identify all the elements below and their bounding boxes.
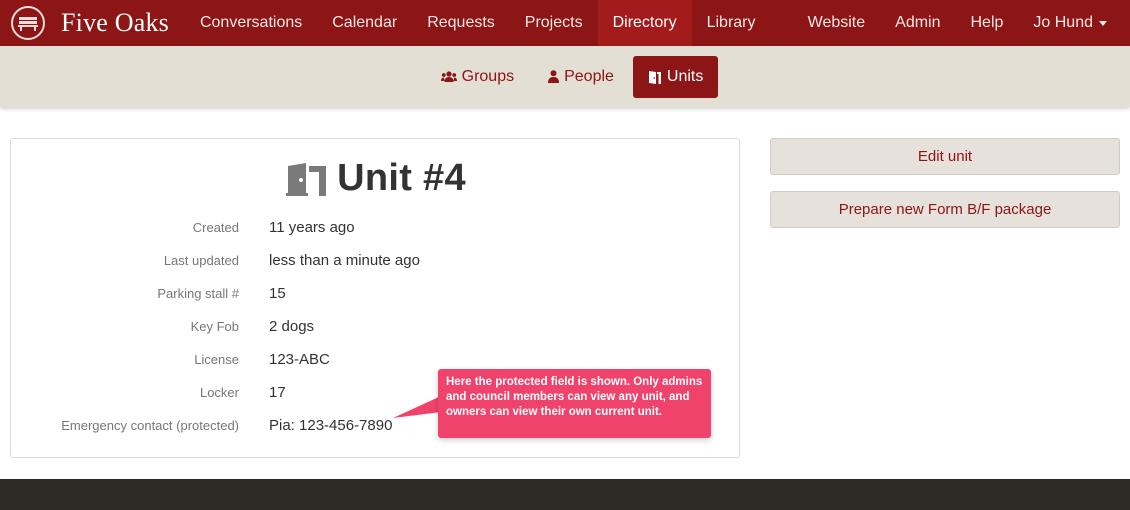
- field-row-key-fob: Key Fob 2 dogs: [11, 310, 741, 343]
- field-value: 15: [269, 285, 286, 302]
- field-value: 11 years ago: [269, 219, 355, 236]
- nav-projects[interactable]: Projects: [510, 0, 598, 46]
- edit-unit-button[interactable]: Edit unit: [770, 138, 1120, 175]
- field-label: Locker: [199, 385, 239, 400]
- tab-people[interactable]: People: [533, 56, 629, 98]
- tab-units[interactable]: Units: [632, 55, 719, 98]
- nav-help[interactable]: Help: [956, 0, 1019, 46]
- nav-library[interactable]: Library: [692, 0, 771, 46]
- field-label: Last updated: [163, 253, 239, 268]
- tab-units-label: Units: [666, 67, 704, 85]
- nav-admin[interactable]: Admin: [880, 0, 955, 46]
- nav-requests[interactable]: Requests: [412, 0, 510, 46]
- field-label: Created: [192, 220, 239, 235]
- field-value: Pia: 123-456-7890: [269, 417, 393, 434]
- field-label: Parking stall #: [157, 286, 239, 301]
- tab-people-label: People: [564, 67, 614, 85]
- field-row-parking-stall: Parking stall # 15: [11, 277, 741, 310]
- top-navbar: Five Oaks Conversations Calendar Request…: [0, 0, 1130, 46]
- field-label: License: [194, 352, 239, 367]
- tab-groups[interactable]: Groups: [426, 56, 529, 98]
- door-icon: [648, 70, 661, 84]
- field-label: Emergency contact (protected): [61, 418, 239, 433]
- annotation-tooltip: Here the protected field is shown. Only …: [438, 369, 711, 438]
- tooltip-arrow: [393, 396, 441, 418]
- chevron-down-icon: [1099, 20, 1107, 26]
- person-icon: [548, 70, 560, 83]
- field-value: 17: [269, 384, 286, 401]
- nav-calendar[interactable]: Calendar: [317, 0, 412, 46]
- field-value: less than a minute ago: [269, 252, 420, 269]
- door-open-icon: [286, 162, 327, 196]
- bench-logo-icon: [11, 6, 45, 40]
- nav-conversations[interactable]: Conversations: [185, 0, 317, 46]
- nav-directory[interactable]: Directory: [597, 0, 692, 46]
- field-label: Key Fob: [190, 319, 239, 334]
- field-value: 2 dogs: [269, 318, 315, 335]
- field-row-last-updated: Last updated less than a minute ago: [11, 244, 741, 277]
- users-icon: [440, 70, 457, 82]
- prepare-form-button[interactable]: Prepare new Form B/F package: [770, 191, 1120, 228]
- nav-website[interactable]: Website: [793, 0, 881, 46]
- sub-navbar: Groups People Units: [0, 46, 1130, 107]
- user-menu[interactable]: Jo Hund: [1018, 0, 1122, 46]
- footer: [0, 479, 1130, 510]
- brand-name: Five Oaks: [61, 8, 169, 37]
- user-name: Jo Hund: [1033, 14, 1093, 31]
- field-row-created: Created 11 years ago: [11, 211, 741, 244]
- field-value: 123-ABC: [269, 351, 330, 368]
- unit-title: Unit #4: [337, 157, 466, 199]
- unit-heading: Unit #4: [11, 157, 741, 200]
- tab-groups-label: Groups: [461, 67, 515, 85]
- brand[interactable]: Five Oaks: [0, 0, 169, 46]
